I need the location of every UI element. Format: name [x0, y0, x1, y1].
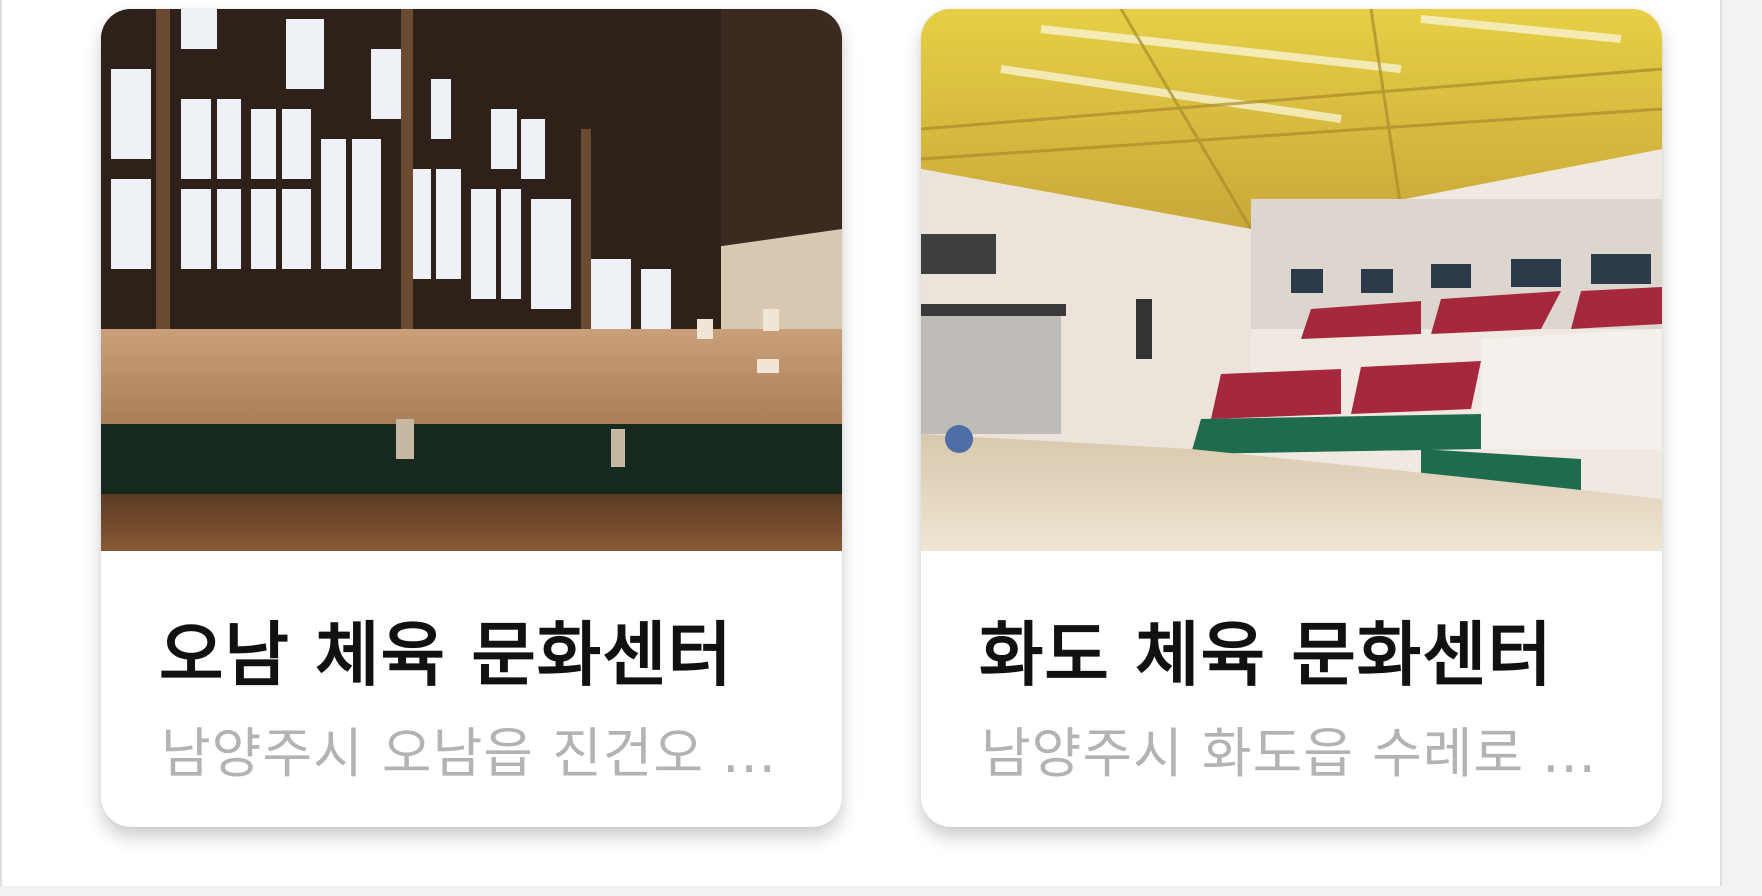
facility-list-panel: 오남 체육 문화센터 남양주시 오남읍 진건오 ... 화도 체육 문화센터 남… — [0, 0, 1722, 886]
facility-photo — [921, 9, 1662, 551]
facility-name: 화도 체육 문화센터 — [979, 614, 1553, 696]
facility-card-onam[interactable]: 오남 체육 문화센터 남양주시 오남읍 진건오 ... — [101, 9, 842, 827]
facility-name: 오남 체육 문화센터 — [159, 614, 733, 696]
facility-photo — [101, 9, 842, 551]
arena-interior-photo — [921, 9, 1662, 551]
facility-address: 남양주시 화도읍 수레로 ... — [981, 722, 1597, 785]
viewport: 오남 체육 문화센터 남양주시 오남읍 진건오 ... 화도 체육 문화센터 남… — [0, 0, 1762, 896]
gym-interior-photo — [101, 9, 842, 551]
facility-address: 남양주시 오남읍 진건오 ... — [161, 722, 777, 785]
facility-card-hwado[interactable]: 화도 체육 문화센터 남양주시 화도읍 수레로 ... — [921, 9, 1662, 827]
